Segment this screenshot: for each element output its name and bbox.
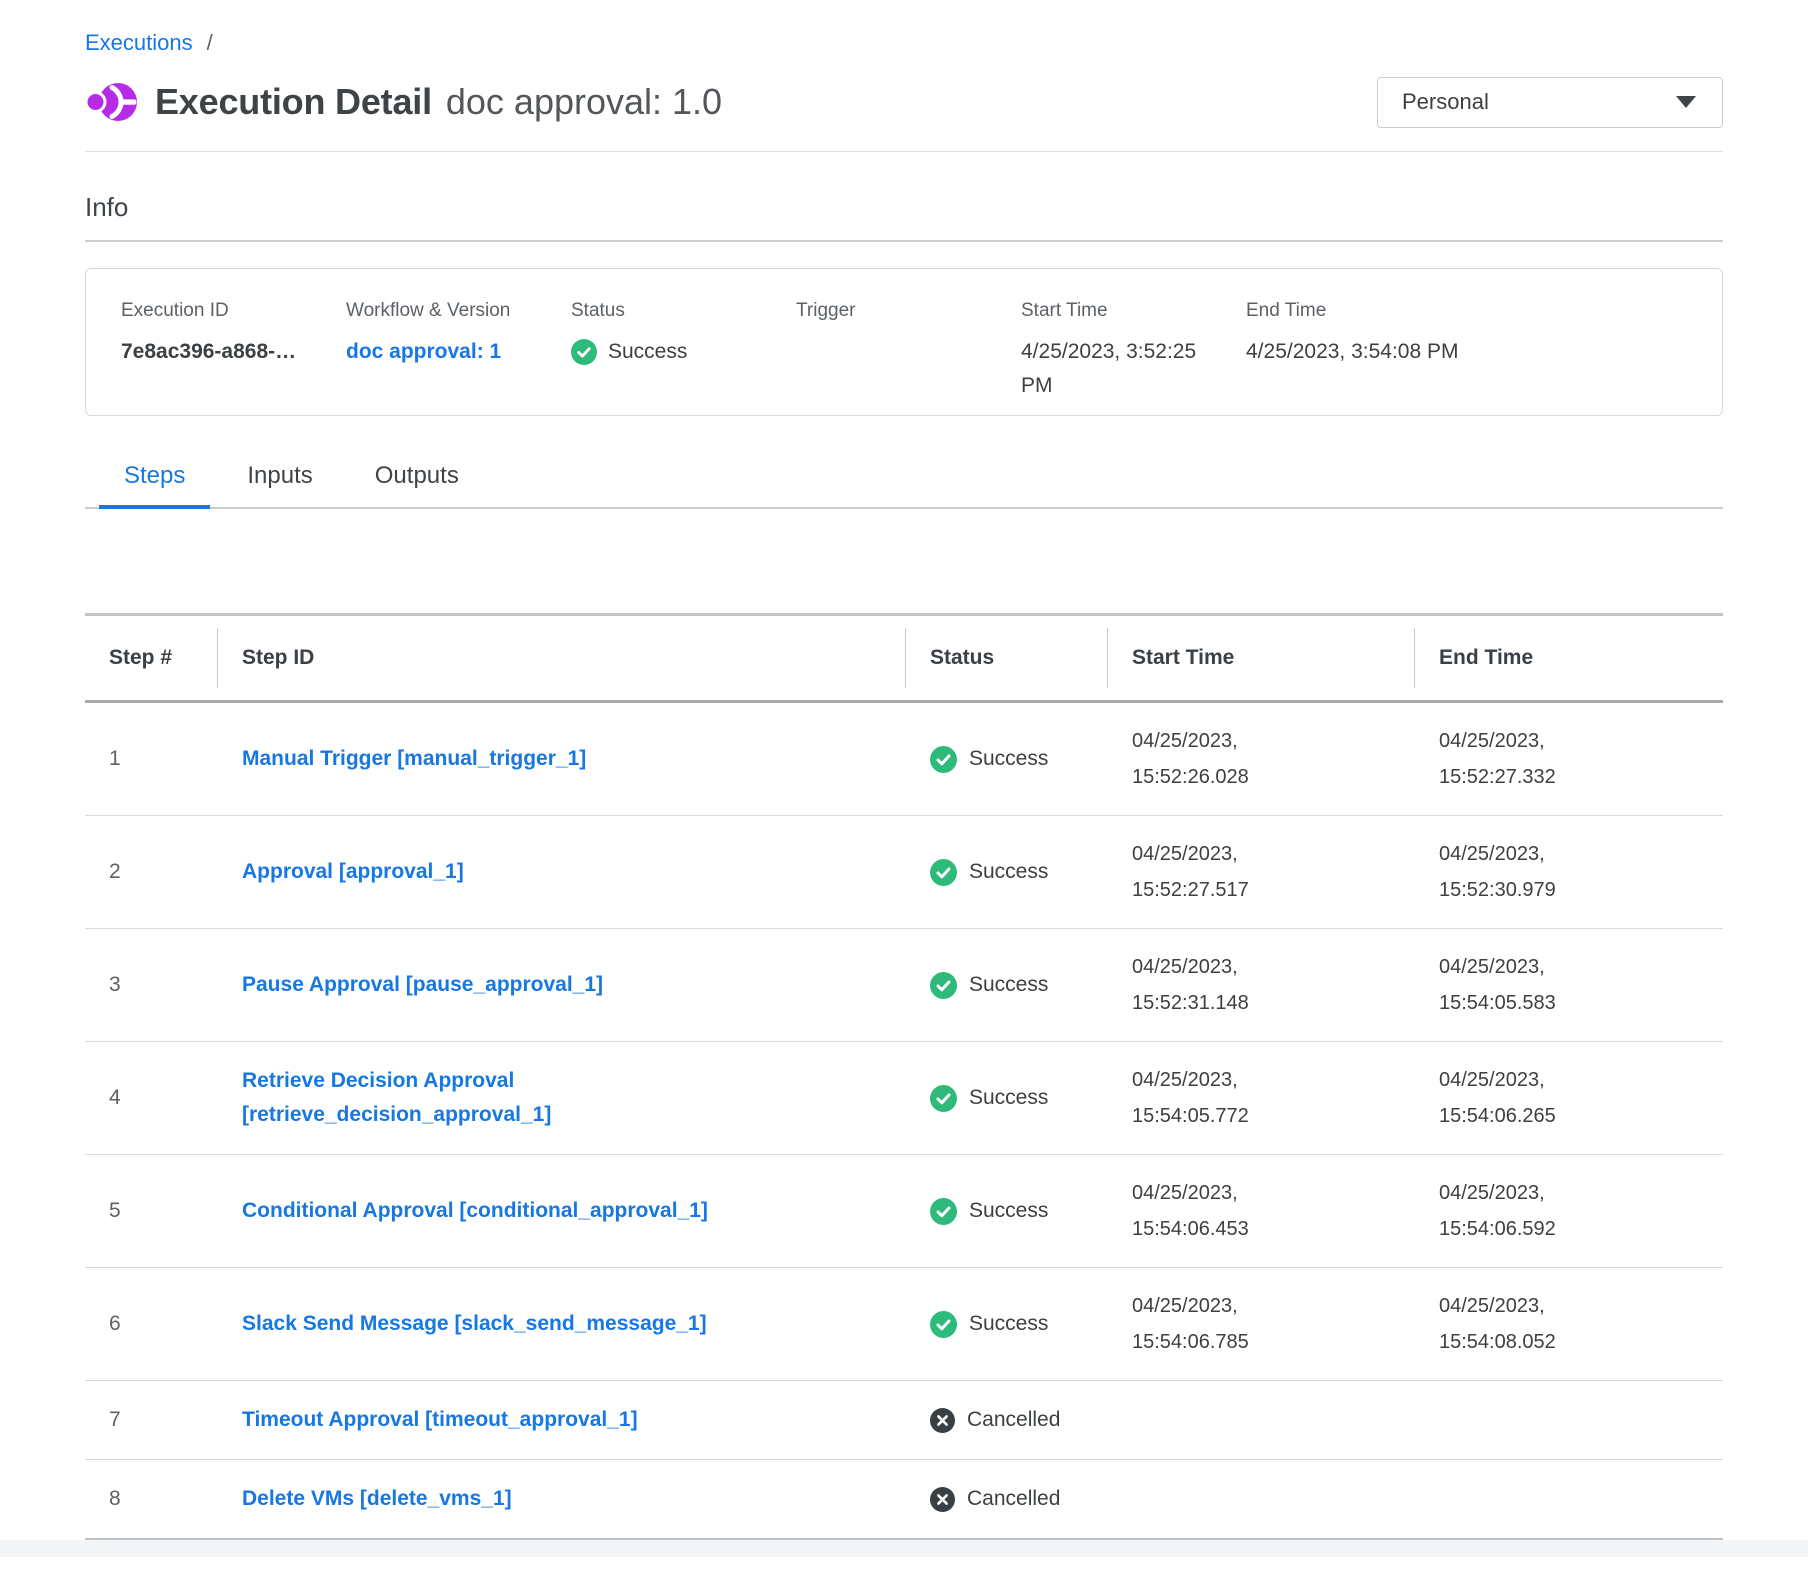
end-time: 04/25/2023, 15:54:06.592 <box>1439 1175 1604 1247</box>
info-field-trigger: Trigger <box>796 300 1021 415</box>
step-number: 3 <box>85 929 218 1042</box>
success-icon <box>930 746 957 773</box>
step-number: 7 <box>85 1381 218 1460</box>
start-time: 04/25/2023, 15:52:27.517 <box>1132 836 1297 908</box>
column-header-status: Status <box>906 615 1108 702</box>
success-icon <box>930 1311 957 1338</box>
end-time: 04/25/2023, 15:52:30.979 <box>1439 836 1604 908</box>
workflow-logo-icon <box>85 76 137 128</box>
info-field-end-time: End Time 4/25/2023, 3:54:08 PM <box>1246 300 1702 415</box>
workspace-dropdown[interactable]: Personal <box>1377 77 1723 128</box>
step-id-link[interactable]: Conditional Approval [conditional_approv… <box>242 1194 708 1228</box>
info-label: Trigger <box>796 300 1007 322</box>
cancelled-icon <box>930 1487 955 1512</box>
workspace-dropdown-value: Personal <box>1402 89 1489 115</box>
table-row: 8 Delete VMs [delete_vms_1] Cancelled <box>85 1460 1723 1540</box>
table-row: 1 Manual Trigger [manual_trigger_1] Succ… <box>85 702 1723 816</box>
page-header: Execution Detail doc approval: 1.0 Perso… <box>85 74 1723 130</box>
step-number: 5 <box>85 1155 218 1268</box>
cancelled-icon <box>930 1408 955 1433</box>
status-label: Success <box>969 1312 1048 1336</box>
status-value: Success <box>608 335 687 369</box>
status-label: Success <box>969 747 1048 771</box>
page-bottom-strip <box>0 1540 1808 1557</box>
info-label: End Time <box>1246 300 1688 322</box>
step-id-link[interactable]: Manual Trigger [manual_trigger_1] <box>242 742 586 776</box>
status-label: Success <box>969 973 1048 997</box>
table-header-row: Step # Step ID Status Start Time End Tim… <box>85 615 1723 702</box>
execution-id-value: 7e8ac396-a868-… <box>121 335 332 369</box>
success-icon <box>930 972 957 999</box>
page-title: Execution Detail <box>155 81 432 123</box>
breadcrumb: Executions / <box>85 0 1723 56</box>
info-label: Workflow & Version <box>346 300 557 322</box>
table-row: 2 Approval [approval_1] Success 04/25/20… <box>85 816 1723 929</box>
info-field-status: Status Success <box>571 300 796 415</box>
start-time: 04/25/2023, 15:52:26.028 <box>1132 723 1297 795</box>
step-number: 2 <box>85 816 218 929</box>
info-field-execution-id: Execution ID 7e8ac396-a868-… <box>121 300 346 415</box>
table-row: 7 Timeout Approval [timeout_approval_1] … <box>85 1381 1723 1460</box>
breadcrumb-separator: / <box>207 30 213 56</box>
success-icon <box>571 339 597 365</box>
status-label: Cancelled <box>967 1408 1060 1432</box>
status-label: Cancelled <box>967 1487 1060 1511</box>
column-header-step-num: Step # <box>85 615 218 702</box>
info-section-title: Info <box>85 192 1723 223</box>
step-id-link[interactable]: Timeout Approval [timeout_approval_1] <box>242 1403 638 1437</box>
column-header-step-id: Step ID <box>218 615 906 702</box>
start-time-value: 4/25/2023, 3:52:25 PM <box>1021 335 1232 403</box>
step-id-link[interactable]: Approval [approval_1] <box>242 855 464 889</box>
column-header-end-time: End Time <box>1415 615 1723 702</box>
table-row: 5 Conditional Approval [conditional_appr… <box>85 1155 1723 1268</box>
step-number: 8 <box>85 1460 218 1540</box>
end-time: 04/25/2023, 15:54:06.265 <box>1439 1062 1604 1134</box>
table-row: 3 Pause Approval [pause_approval_1] Succ… <box>85 929 1723 1042</box>
step-id-link[interactable]: Retrieve Decision Approval [retrieve_dec… <box>242 1064 812 1132</box>
table-row: 6 Slack Send Message [slack_send_message… <box>85 1268 1723 1381</box>
step-number: 4 <box>85 1042 218 1155</box>
end-time-value: 4/25/2023, 3:54:08 PM <box>1246 335 1464 369</box>
status-label: Success <box>969 860 1048 884</box>
step-id-link[interactable]: Slack Send Message [slack_send_message_1… <box>242 1307 707 1341</box>
end-time: 04/25/2023, 15:52:27.332 <box>1439 723 1604 795</box>
status-label: Success <box>969 1086 1048 1110</box>
table-row: 4 Retrieve Decision Approval [retrieve_d… <box>85 1042 1723 1155</box>
workflow-version-link[interactable]: doc approval: 1 <box>346 335 501 369</box>
info-section-divider <box>85 240 1723 242</box>
info-field-start-time: Start Time 4/25/2023, 3:52:25 PM <box>1021 300 1246 415</box>
tab-outputs[interactable]: Outputs <box>350 454 484 509</box>
steps-table: Step # Step ID Status Start Time End Tim… <box>85 613 1723 1540</box>
success-icon <box>930 1198 957 1225</box>
start-time: 04/25/2023, 15:54:06.785 <box>1132 1288 1297 1360</box>
start-time: 04/25/2023, 15:54:06.453 <box>1132 1175 1297 1247</box>
column-header-start-time: Start Time <box>1108 615 1415 702</box>
header-divider <box>85 151 1723 152</box>
tab-inputs[interactable]: Inputs <box>222 454 337 509</box>
start-time: 04/25/2023, 15:52:31.148 <box>1132 949 1297 1021</box>
status-label: Success <box>969 1199 1048 1223</box>
breadcrumb-executions-link[interactable]: Executions <box>85 30 193 56</box>
step-id-link[interactable]: Delete VMs [delete_vms_1] <box>242 1482 512 1516</box>
chevron-down-icon <box>1676 96 1696 108</box>
tab-bar: Steps Inputs Outputs <box>85 454 1723 509</box>
success-icon <box>930 859 957 886</box>
page-subtitle: doc approval: 1.0 <box>446 81 722 123</box>
info-label: Execution ID <box>121 300 332 322</box>
step-number: 6 <box>85 1268 218 1381</box>
info-label: Status <box>571 300 782 322</box>
info-label: Start Time <box>1021 300 1232 322</box>
step-number: 1 <box>85 702 218 816</box>
execution-info-card: Execution ID 7e8ac396-a868-… Workflow & … <box>85 268 1723 416</box>
end-time: 04/25/2023, 15:54:08.052 <box>1439 1288 1604 1360</box>
info-field-workflow-version: Workflow & Version doc approval: 1 <box>346 300 571 415</box>
end-time: 04/25/2023, 15:54:05.583 <box>1439 949 1604 1021</box>
step-id-link[interactable]: Pause Approval [pause_approval_1] <box>242 968 603 1002</box>
start-time: 04/25/2023, 15:54:05.772 <box>1132 1062 1297 1134</box>
success-icon <box>930 1085 957 1112</box>
tab-steps[interactable]: Steps <box>99 454 210 509</box>
